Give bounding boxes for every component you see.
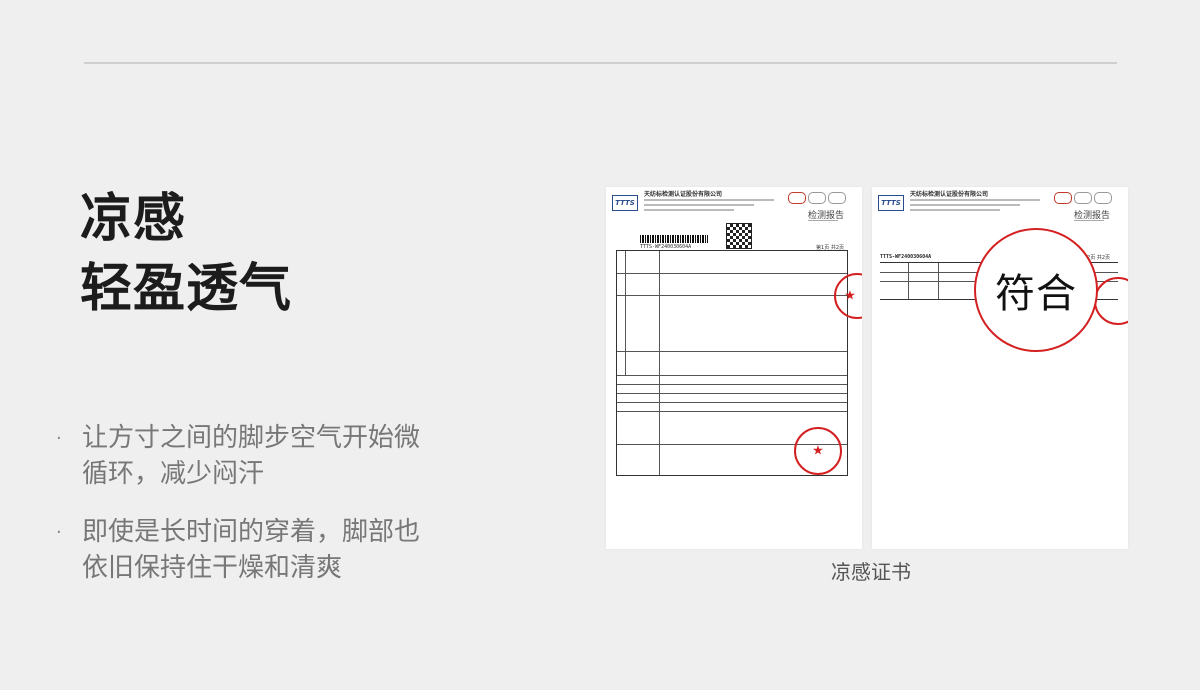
table-divider [908,263,909,299]
accreditation-marks [788,192,846,204]
cma-mark-icon [1054,192,1072,204]
compliance-stamp: 符合 [974,228,1098,352]
table-divider [617,273,847,274]
org-subline [644,209,734,211]
table-divider [617,402,847,403]
ilac-mark-icon [1074,192,1092,204]
report-number: TTTS-WF240030604A [880,254,932,260]
headline: 凉感 轻盈透气 [80,184,500,324]
feature-text: 让方寸之间的脚步空气开始微 循环，减少闷汗 [82,420,496,492]
feature-item: · 让方寸之间的脚步空气开始微 循环，减少闷汗 [56,420,496,492]
org-subline [910,204,1020,206]
feature-text-line: 依旧保持住干燥和清爽 [82,553,343,583]
feature-text-line: 让方寸之间的脚步空气开始微 [82,423,421,453]
table-divider [625,251,626,375]
table-divider [617,351,847,352]
table-divider [617,411,847,412]
org-name: 天纺标检测认证股份有限公司 [910,191,989,198]
red-seal-icon [1094,277,1128,325]
table-divider [617,384,847,385]
seal-star: ★ [844,288,856,304]
table-divider [659,251,660,475]
certificate-page-1: TTTS 天纺标检测认证股份有限公司 检测报告 TTTS-WF240030604… [606,187,862,549]
feature-item: · 即使是长时间的穿着，脚部也 依旧保持住干燥和清爽 [56,514,496,586]
ilac-mark-icon [808,192,826,204]
org-subline [910,199,1040,201]
org-name: 天纺标检测认证股份有限公司 [644,191,723,198]
bullet-dot: · [56,428,62,449]
ttts-logo: TTTS [612,195,638,211]
table-divider [617,393,847,394]
certificate-page-2: TTTS 天纺标检测认证股份有限公司 检测报告 TTTS-WF240030604… [872,187,1128,549]
barcode-icon [640,235,708,243]
cma-mark-icon [788,192,806,204]
feature-list: · 让方寸之间的脚步空气开始微 循环，减少闷汗 · 即使是长时间的穿着，脚部也 … [56,420,496,608]
org-subline [910,209,1000,211]
cnas-mark-icon [1094,192,1112,204]
compliance-stamp-text: 符合 [995,271,1077,317]
report-title-underline [1074,220,1104,221]
cnas-mark-icon [828,192,846,204]
feature-text: 即使是长时间的穿着，脚部也 依旧保持住干燥和清爽 [82,514,496,586]
table-divider [617,295,847,296]
bullet-dot: · [56,522,62,543]
org-subline [644,204,754,206]
org-subline [644,199,774,201]
headline-line-1: 凉感 [80,189,187,249]
report-title-underline [808,220,838,221]
accreditation-marks [1054,192,1112,204]
headline-line-2: 轻盈透气 [80,259,293,319]
ttts-logo: TTTS [878,195,904,211]
red-seal-icon: ★ [794,427,842,475]
seal-star: ★ [812,443,824,459]
certificate-caption: 凉感证书 [831,560,911,584]
qr-code-icon [726,223,752,249]
table-divider [617,375,847,376]
feature-text-line: 即使是长时间的穿着，脚部也 [82,517,421,547]
table-divider [938,263,939,299]
feature-text-line: 循环，减少闷汗 [82,459,265,489]
top-divider [84,62,1117,64]
